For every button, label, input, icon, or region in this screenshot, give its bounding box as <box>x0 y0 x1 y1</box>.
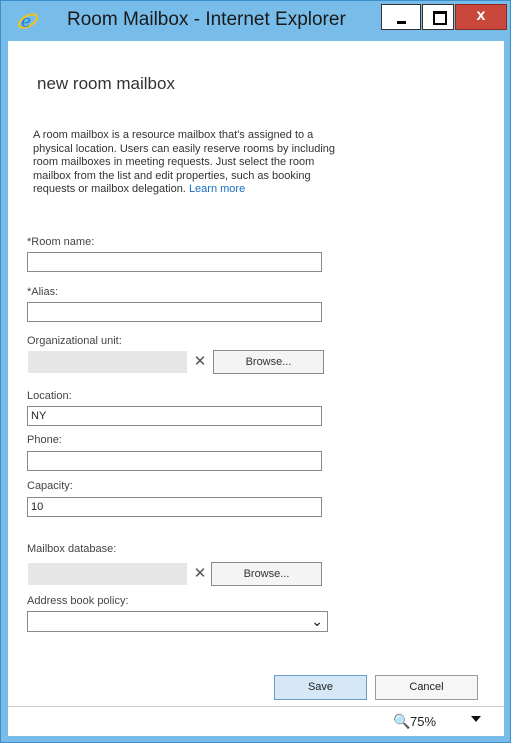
address-book-policy-select[interactable]: ⌄ <box>27 611 328 632</box>
zoom-level[interactable]: 75% <box>410 714 436 729</box>
capacity-input[interactable] <box>27 497 322 517</box>
mailbox-db-label: Mailbox database: <box>27 543 117 555</box>
address-book-policy-label: Address book policy: <box>27 595 129 607</box>
org-unit-field <box>28 351 187 373</box>
description: A room mailbox is a resource mailbox tha… <box>33 129 338 197</box>
capacity-label: Capacity: <box>27 480 73 492</box>
location-input[interactable] <box>27 406 322 426</box>
room-name-input[interactable] <box>27 252 322 272</box>
mailbox-db-browse-button[interactable]: Browse... <box>211 562 322 586</box>
close-icon: x <box>476 7 486 24</box>
description-text: A room mailbox is a resource mailbox tha… <box>33 129 336 195</box>
dialog-content: new room mailbox A room mailbox is a res… <box>8 41 504 706</box>
status-bar: 🔍 75% <box>8 706 504 736</box>
internet-explorer-icon: e <box>17 12 39 32</box>
phone-label: Phone: <box>27 434 62 446</box>
location-label: Location: <box>27 390 72 402</box>
chevron-down-icon: ⌄ <box>311 613 323 629</box>
svg-text:e: e <box>21 12 31 32</box>
close-button[interactable]: x <box>455 4 507 30</box>
page-title: new room mailbox <box>37 74 175 93</box>
org-unit-browse-button[interactable]: Browse... <box>213 350 324 374</box>
mailbox-db-clear-icon[interactable]: ✕ <box>189 563 211 585</box>
save-button[interactable]: Save <box>274 675 367 700</box>
org-unit-clear-icon[interactable]: ✕ <box>189 351 211 373</box>
learn-more-link[interactable]: Learn more <box>189 183 245 195</box>
mailbox-db-field <box>28 563 187 585</box>
zoom-icon[interactable]: 🔍 <box>393 713 410 730</box>
title-bar[interactable]: e Room Mailbox - Internet Explorer x <box>1 1 510 41</box>
minimize-button[interactable] <box>381 4 421 30</box>
window-title: Room Mailbox - Internet Explorer <box>67 9 346 30</box>
room-name-label: *Room name: <box>27 236 95 248</box>
cancel-button[interactable]: Cancel <box>375 675 478 700</box>
org-unit-label: Organizational unit: <box>27 335 122 347</box>
zoom-dropdown-icon[interactable] <box>471 716 481 722</box>
phone-input[interactable] <box>27 451 322 471</box>
alias-input[interactable] <box>27 302 322 322</box>
maximize-button[interactable] <box>422 4 454 30</box>
ie-window: e Room Mailbox - Internet Explorer x new… <box>0 0 511 743</box>
alias-label: *Alias: <box>27 286 59 298</box>
